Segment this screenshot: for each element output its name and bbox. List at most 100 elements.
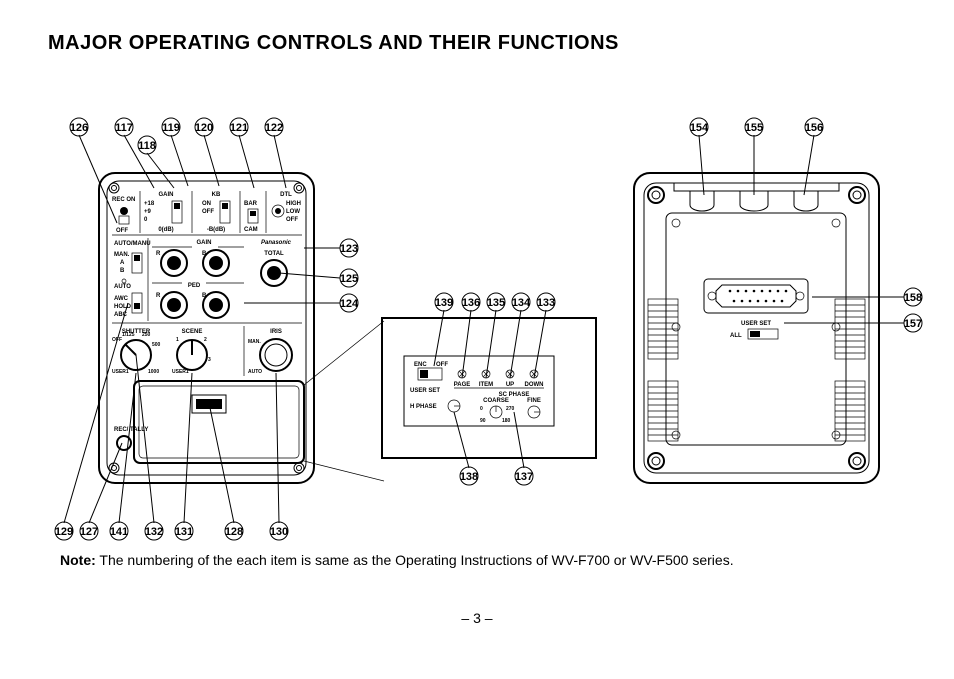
callout-141: 141 — [110, 522, 128, 540]
svg-text:118: 118 — [138, 140, 156, 152]
callout-135: 135 — [487, 293, 505, 311]
detail-panel-figure: 139 136 135 134 133 ENC OFF PAGE ITEM UP… — [374, 288, 604, 498]
callout-129: 129 — [55, 522, 73, 540]
svg-text:AUTO/MANU: AUTO/MANU — [114, 241, 151, 247]
svg-text:128: 128 — [225, 526, 243, 538]
footnote: Note: The numbering of the each item is … — [60, 552, 734, 568]
svg-text:+18: +18 — [144, 201, 155, 207]
svg-text:R: R — [156, 293, 161, 299]
callout-154: 154 — [690, 118, 709, 136]
callout-127: 127 — [80, 522, 98, 540]
svg-text:REC/ TALLY: REC/ TALLY — [114, 427, 148, 433]
svg-text:B: B — [120, 268, 125, 274]
svg-text:1/125: 1/125 — [122, 332, 135, 338]
svg-text:ON: ON — [202, 201, 211, 207]
svg-text:OFF: OFF — [116, 228, 128, 234]
svg-text:136: 136 — [462, 297, 480, 309]
svg-text:IRIS: IRIS — [270, 329, 282, 335]
svg-text:0: 0 — [144, 217, 148, 223]
callout-132: 132 — [145, 522, 163, 540]
svg-text:OFF: OFF — [202, 209, 214, 215]
svg-text:250: 250 — [142, 332, 151, 338]
svg-text:132: 132 — [145, 526, 163, 538]
svg-text:OFF: OFF — [286, 217, 298, 223]
svg-text:129: 129 — [55, 526, 73, 538]
rear-panel-figure: 154 155 156 USER SET ALL — [604, 83, 934, 503]
callout-117: 117 — [115, 118, 133, 136]
svg-text:158: 158 — [904, 292, 922, 304]
callout-126: 126 — [70, 118, 88, 136]
svg-text:3: 3 — [208, 357, 211, 363]
svg-text:0: 0 — [480, 406, 483, 412]
svg-text:KB: KB — [212, 192, 221, 198]
callout-121: 121 — [230, 118, 248, 136]
callout-138: 138 — [460, 467, 478, 485]
callout-124: 124 — [340, 294, 359, 312]
front-panel-figure: 126 117 118 119 120 121 122 123 125 124 … — [44, 83, 404, 543]
svg-text:90: 90 — [480, 418, 486, 424]
svg-text:1000: 1000 — [148, 369, 159, 375]
svg-text:120: 120 — [195, 122, 213, 134]
svg-text:126: 126 — [70, 122, 88, 134]
svg-text:500: 500 — [152, 342, 161, 348]
svg-text:AUTO: AUTO — [114, 284, 131, 290]
svg-text:USER1: USER1 — [172, 369, 189, 375]
callout-134: 134 — [512, 293, 531, 311]
svg-text:PED: PED — [188, 283, 201, 289]
svg-text:+9: +9 — [144, 209, 152, 215]
svg-text:CAM: CAM — [244, 227, 258, 233]
svg-text:127: 127 — [80, 526, 98, 538]
callout-119: 119 — [162, 118, 180, 136]
callout-137: 137 — [515, 467, 533, 485]
svg-text:HIGH: HIGH — [286, 201, 301, 207]
svg-text:OFF: OFF — [436, 362, 448, 368]
svg-text:156: 156 — [805, 122, 823, 134]
callout-118: 118 — [138, 136, 156, 154]
svg-text:157: 157 — [904, 318, 922, 330]
svg-text:ITEM: ITEM — [479, 382, 493, 388]
page-number: – 3 – — [0, 610, 954, 626]
callout-125: 125 — [340, 269, 358, 287]
callout-122: 122 — [265, 118, 283, 136]
svg-text:MAN.: MAN. — [114, 252, 130, 258]
svg-text:HOLD: HOLD — [114, 304, 132, 310]
svg-text:DTL: DTL — [280, 192, 292, 198]
svg-text:UP: UP — [506, 382, 514, 388]
svg-text:REC ON: REC ON — [112, 197, 135, 203]
svg-text:GAIN: GAIN — [197, 240, 212, 246]
svg-text:131: 131 — [175, 526, 193, 538]
svg-text:117: 117 — [115, 122, 133, 134]
svg-text:125: 125 — [340, 273, 358, 285]
svg-text:DOWN: DOWN — [525, 382, 544, 388]
svg-text:ALL: ALL — [730, 333, 742, 339]
svg-text:BAR: BAR — [244, 201, 258, 207]
svg-text:AWC: AWC — [114, 296, 129, 302]
svg-text:134: 134 — [512, 297, 531, 309]
callout-131: 131 — [175, 522, 193, 540]
svg-text:Panasonic: Panasonic — [261, 240, 292, 246]
svg-text:TOTAL: TOTAL — [264, 251, 284, 257]
svg-text:154: 154 — [690, 122, 709, 134]
svg-text:138: 138 — [460, 471, 478, 483]
svg-text:122: 122 — [265, 122, 283, 134]
callout-155: 155 — [745, 118, 763, 136]
page-title: MAJOR OPERATING CONTROLS AND THEIR FUNCT… — [48, 32, 910, 55]
svg-text:SCENE: SCENE — [182, 329, 203, 335]
svg-text:GAIN: GAIN — [159, 192, 174, 198]
svg-text:-B(dB): -B(dB) — [207, 227, 225, 233]
callout-139: 139 — [435, 293, 453, 311]
callout-133: 133 — [537, 293, 555, 311]
svg-text:1: 1 — [176, 337, 179, 343]
svg-text:137: 137 — [515, 471, 533, 483]
svg-text:MAN.: MAN. — [248, 339, 261, 345]
svg-text:155: 155 — [745, 122, 763, 134]
svg-text:ENC: ENC — [414, 362, 427, 368]
callout-123: 123 — [340, 239, 358, 257]
callout-157: 157 — [904, 314, 922, 332]
callout-156: 156 — [805, 118, 823, 136]
svg-text:PAGE: PAGE — [454, 382, 471, 388]
svg-text:FINE: FINE — [527, 398, 541, 404]
callout-128: 128 — [225, 522, 243, 540]
svg-text:2: 2 — [204, 337, 207, 343]
svg-text:LOW: LOW — [286, 209, 300, 215]
